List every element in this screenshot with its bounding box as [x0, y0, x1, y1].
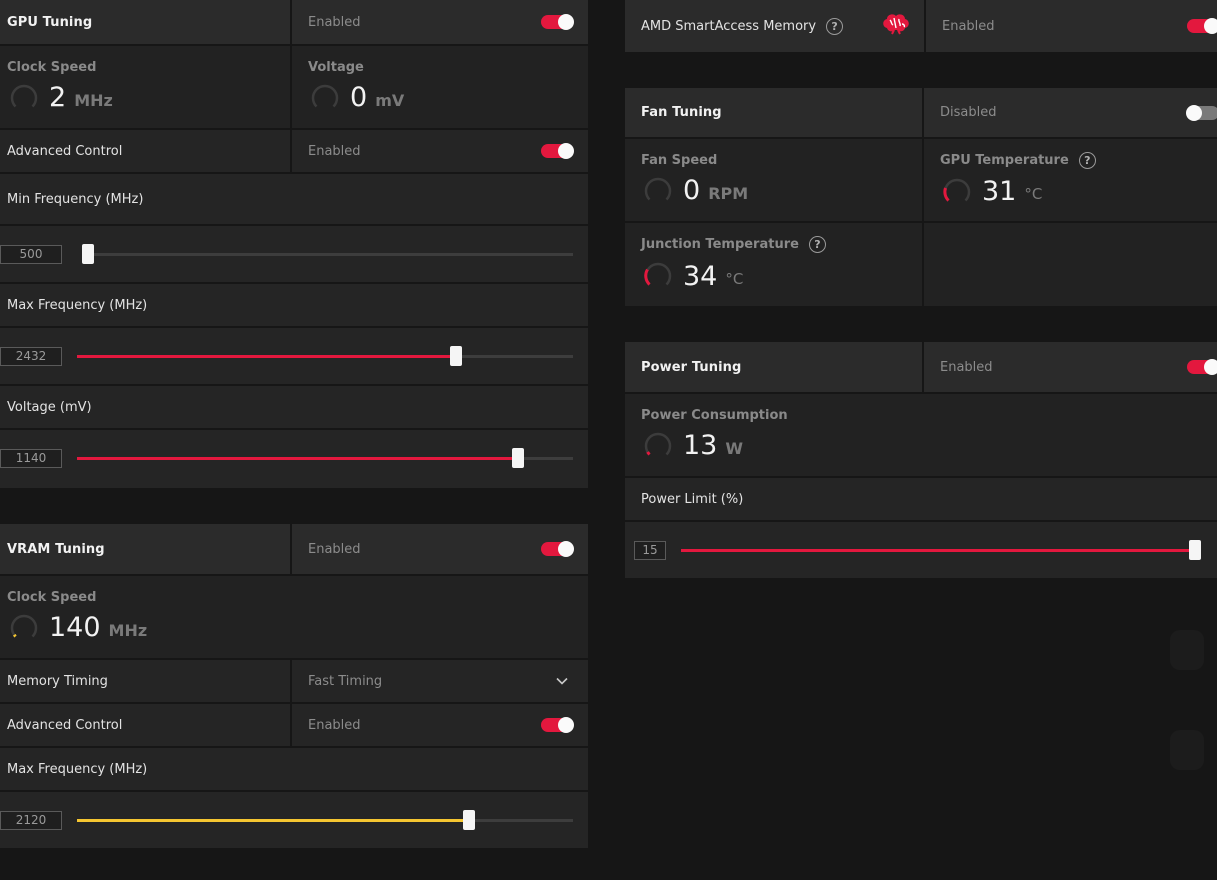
fan-tuning-title: Fan Tuning [641, 105, 722, 120]
smart-access-memory-status: Enabled [942, 18, 995, 34]
background-decoration [1170, 630, 1204, 670]
power-tuning-panel: Power Tuning Enabled Power Consumption 1… [625, 342, 1217, 578]
junction-gauge-icon [644, 262, 672, 286]
fan-gauge-icon [644, 177, 672, 200]
power-consumption-label: Power Consumption [641, 407, 788, 423]
gpu-temperature-metric: GPU Temperature ? 31 °C [922, 139, 1217, 221]
gpu-tuning-title: GPU Tuning [7, 14, 93, 30]
voltage-mv-slider-thumb[interactable] [512, 448, 525, 468]
vram-tuning-title: VRAM Tuning [7, 541, 105, 557]
vram-max-frequency-label: Max Frequency (MHz) [7, 761, 148, 777]
power-limit-slider[interactable] [681, 540, 1201, 560]
memory-timing-dropdown[interactable]: Fast Timing [290, 660, 588, 702]
vram-tuning-toggle[interactable] [541, 541, 574, 557]
vram-advanced-control-toggle[interactable] [541, 717, 574, 733]
vram-max-frequency-input[interactable]: 2120 [0, 811, 62, 830]
min-frequency-slider-thumb[interactable] [82, 244, 94, 264]
voltage-mv-slider-row: 1140 [0, 430, 588, 486]
fan-speed-value: 0 [683, 175, 701, 206]
vram-tuning-status: Enabled [308, 541, 361, 557]
smart-access-memory-toggle[interactable] [1187, 18, 1217, 34]
voltage-mv-slider[interactable] [77, 448, 573, 468]
vram-clock-speed-unit: MHz [108, 620, 148, 640]
voltage-mv-label: Voltage (mV) [7, 399, 92, 415]
max-frequency-label: Max Frequency (MHz) [7, 297, 148, 313]
power-consumption-unit: W [725, 438, 744, 458]
smart-access-memory-label: AMD SmartAccess Memory [641, 18, 817, 34]
power-tuning-toggle[interactable] [1187, 359, 1217, 375]
fan-speed-metric: Fan Speed 0 RPM [625, 139, 922, 221]
min-frequency-slider-row: 500 [0, 226, 588, 284]
power-limit-label: Power Limit (%) [641, 491, 744, 507]
power-tuning-title: Power Tuning [641, 359, 742, 375]
help-icon[interactable]: ? [1078, 151, 1096, 169]
gpu-voltage-metric: Voltage 0 mV [290, 46, 588, 128]
vram-max-frequency-slider-thumb[interactable] [462, 810, 475, 830]
power-limit-slider-row: 15 [625, 522, 1217, 578]
fan-tuning-toggle[interactable] [1186, 104, 1217, 121]
gpu-advanced-control-toggle[interactable] [541, 143, 574, 159]
power-limit-input[interactable]: 15 [634, 541, 666, 560]
min-frequency-slider[interactable] [82, 244, 573, 264]
brain-icon [883, 14, 909, 35]
background-decoration [1170, 730, 1204, 770]
power-gauge-icon [644, 432, 672, 456]
chevron-down-icon [556, 677, 568, 685]
power-tuning-status: Enabled [940, 359, 993, 375]
gpu-clock-speed-unit: MHz [74, 90, 113, 110]
empty-cell [922, 223, 1217, 306]
vram-clock-speed-label: Clock Speed [7, 589, 97, 605]
fan-speed-label: Fan Speed [641, 152, 718, 168]
vram-advanced-control-status: Enabled [308, 717, 361, 733]
gpu-voltage-label: Voltage [308, 59, 364, 75]
gpu-temperature-label: GPU Temperature [940, 152, 1069, 168]
max-frequency-slider-thumb[interactable] [450, 346, 463, 366]
gpu-clock-speed-label: Clock Speed [7, 59, 97, 75]
voltage-gauge-icon [311, 84, 339, 107]
vram-tuning-panel: VRAM Tuning Enabled Clock Speed 140 MHz … [0, 524, 588, 848]
junction-temperature-value: 34 [683, 260, 718, 292]
junction-temperature-metric: Junction Temperature ? 34 °C [625, 223, 922, 306]
power-limit-slider-thumb[interactable] [1189, 540, 1201, 560]
junction-temperature-label: Junction Temperature [641, 237, 799, 252]
gpu-voltage-unit: mV [375, 90, 405, 110]
fan-tuning-status: Disabled [940, 105, 997, 120]
help-icon[interactable]: ? [826, 17, 844, 35]
junction-temperature-unit: °C [725, 269, 744, 288]
gpu-advanced-control-status: Enabled [308, 143, 361, 159]
vram-max-frequency-slider-row: 2120 [0, 792, 588, 848]
gpu-clock-speed-value: 2 [49, 82, 67, 113]
gpu-temperature-unit: °C [1024, 185, 1043, 203]
gpu-advanced-control-label: Advanced Control [7, 143, 123, 159]
memory-timing-label: Memory Timing [7, 673, 108, 689]
smart-access-memory-panel: AMD SmartAccess Memory ? Enabled [625, 0, 1217, 52]
voltage-mv-input[interactable]: 1140 [0, 449, 62, 468]
fan-tuning-panel: Fan Tuning Disabled Fan Speed 0 RPM GPU … [625, 88, 1217, 306]
max-frequency-slider[interactable] [77, 346, 573, 366]
temperature-gauge-icon [943, 178, 971, 202]
gpu-tuning-toggle-cell: Enabled [290, 0, 588, 44]
max-frequency-input[interactable]: 2432 [0, 347, 62, 366]
gpu-temperature-value: 31 [982, 176, 1017, 207]
power-consumption-value: 13 [683, 430, 718, 461]
vram-clock-speed-value: 140 [49, 612, 101, 643]
gpu-voltage-value: 0 [350, 82, 368, 113]
vram-clock-speed-metric: Clock Speed 140 MHz [0, 576, 588, 658]
clock-gauge-icon [10, 84, 38, 107]
help-icon[interactable]: ? [808, 236, 826, 253]
power-consumption-metric: Power Consumption 13 W [625, 394, 1217, 476]
gpu-clock-speed-metric: Clock Speed 2 MHz [0, 46, 290, 128]
min-frequency-input[interactable]: 500 [0, 245, 62, 264]
memory-timing-selected: Fast Timing [308, 673, 383, 689]
min-frequency-label: Min Frequency (MHz) [7, 191, 144, 207]
vram-clock-gauge-icon [10, 614, 38, 637]
max-frequency-slider-row: 2432 [0, 328, 588, 386]
vram-max-frequency-slider[interactable] [77, 810, 573, 830]
gpu-tuning-panel: GPU Tuning Enabled Clock Speed 2 MHz Vol… [0, 0, 588, 488]
fan-speed-unit: RPM [708, 183, 749, 203]
gpu-tuning-toggle[interactable] [541, 14, 574, 30]
vram-advanced-control-label: Advanced Control [7, 717, 123, 733]
gpu-tuning-status: Enabled [308, 14, 361, 30]
